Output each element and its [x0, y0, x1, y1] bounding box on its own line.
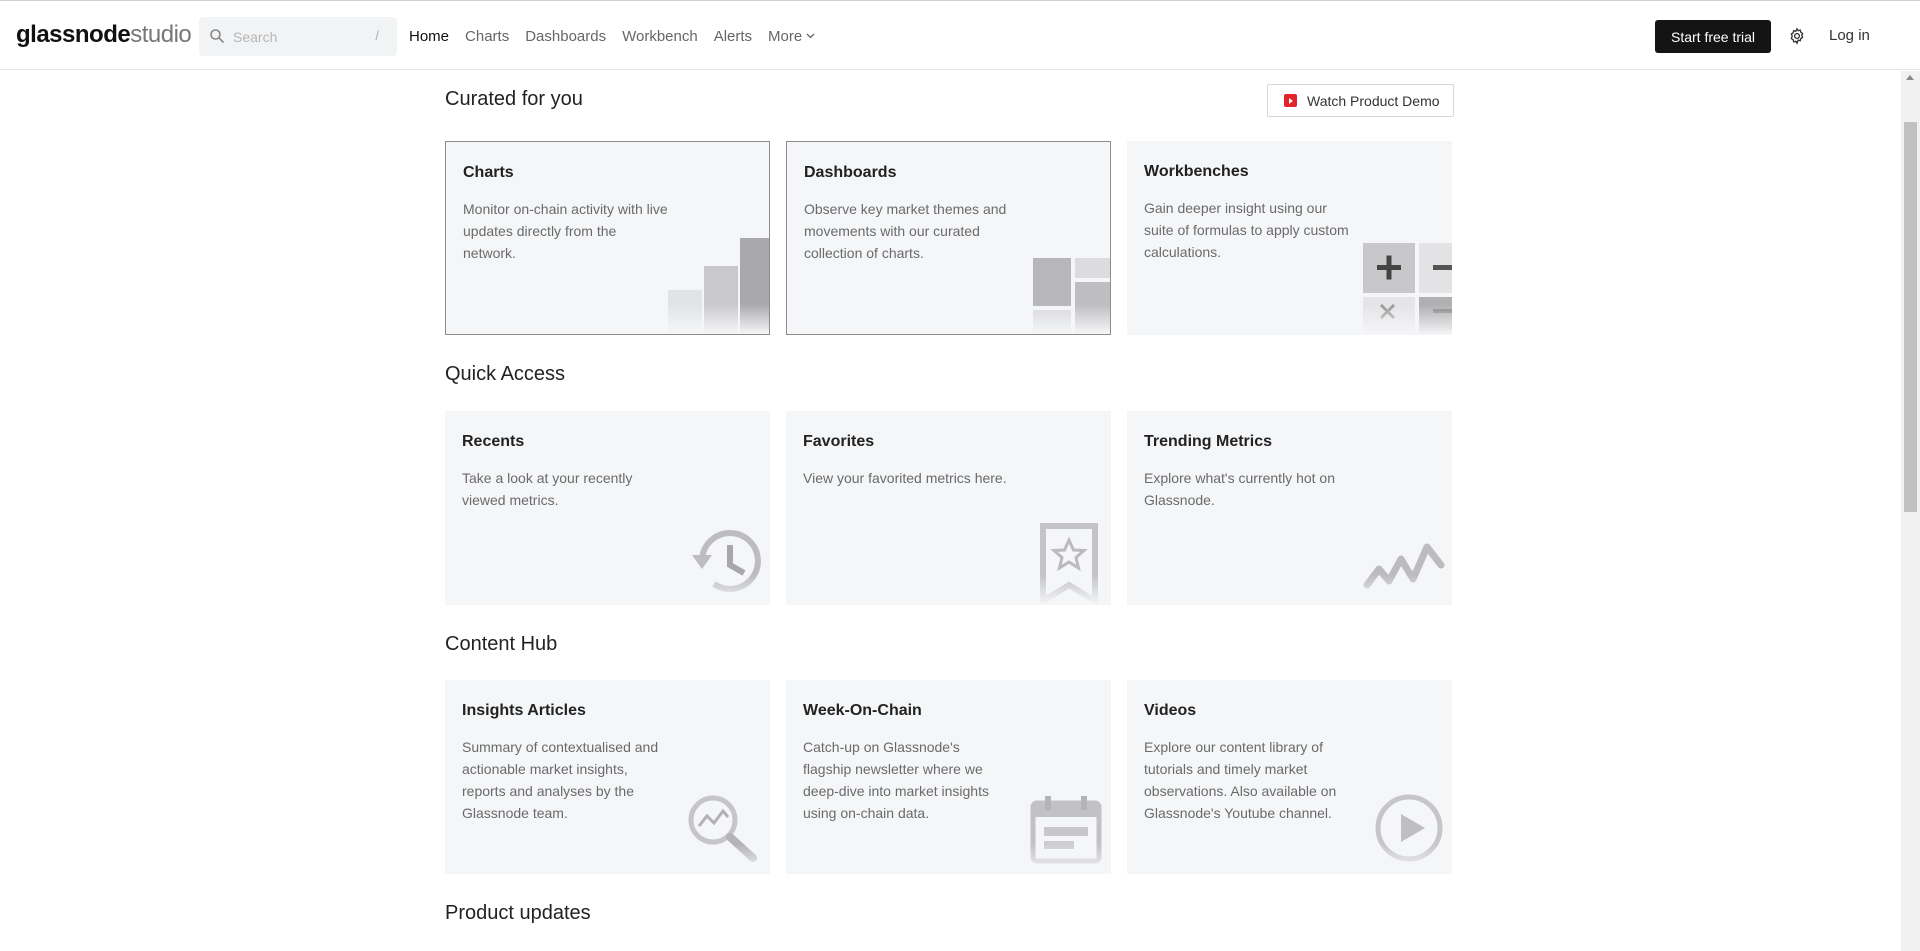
- section-title-product-updates: Product updates: [445, 902, 591, 924]
- search-box[interactable]: /: [199, 17, 397, 56]
- card-trending-metrics[interactable]: Trending Metrics Explore what's currentl…: [1127, 411, 1452, 605]
- card-description: View your favorited metrics here.: [803, 470, 1007, 486]
- card-description: Take a look at your recently viewed metr…: [462, 470, 633, 508]
- card-charts[interactable]: Charts Monitor on-chain activity with li…: [445, 141, 770, 335]
- card-fade: [787, 304, 1110, 334]
- top-navigation-bar: glassnodestudio / Home Charts Dashboards…: [0, 0, 1920, 70]
- watch-demo-label: Watch Product Demo: [1307, 92, 1440, 109]
- card-workbenches[interactable]: Workbenches Gain deeper insight using ou…: [1127, 141, 1452, 335]
- card-description: Summary of contextualised and actionable…: [462, 739, 659, 821]
- watch-product-demo-button[interactable]: Watch Product Demo: [1267, 84, 1454, 117]
- card-title: Trending Metrics: [1144, 433, 1273, 450]
- card-description: Explore what's currently hot on Glassnod…: [1144, 470, 1335, 508]
- card-fade: [1127, 575, 1452, 605]
- card-week-on-chain[interactable]: Week-On-Chain Catch-up on Glassnode's fl…: [786, 680, 1111, 874]
- card-title: Recents: [462, 433, 525, 450]
- nav-workbench[interactable]: Workbench: [622, 28, 698, 45]
- card-fade: [446, 304, 769, 334]
- card-fade: [786, 844, 1111, 874]
- nav-charts[interactable]: Charts: [465, 28, 509, 45]
- card-fade: [445, 844, 770, 874]
- card-title: Week-On-Chain: [803, 702, 922, 719]
- search-shortcut-hint: /: [375, 28, 379, 43]
- card-fade: [445, 575, 770, 605]
- logo-light-text: studio: [130, 21, 192, 48]
- nav-home[interactable]: Home: [409, 28, 449, 45]
- card-fade: [786, 575, 1111, 605]
- scrollbar-thumb[interactable]: [1904, 122, 1917, 512]
- card-favorites[interactable]: Favorites View your favorited metrics he…: [786, 411, 1111, 605]
- start-free-trial-button[interactable]: Start free trial: [1655, 20, 1771, 53]
- glassnode-studio-logo[interactable]: glassnode studio: [16, 21, 192, 51]
- card-description: Gain deeper insight using our suite of f…: [1144, 200, 1349, 260]
- card-title: Favorites: [803, 433, 875, 450]
- gear-icon[interactable]: [1788, 27, 1806, 45]
- search-icon: [210, 29, 224, 43]
- card-insights-articles[interactable]: Insights Articles Summary of contextuali…: [445, 680, 770, 874]
- card-description: Catch-up on Glassnode's flagship newslet…: [803, 739, 989, 821]
- card-title: Videos: [1144, 702, 1197, 719]
- login-link[interactable]: Log in: [1829, 27, 1870, 44]
- main-nav: Home Charts Dashboards Workbench Alerts …: [409, 1, 831, 71]
- card-title: Insights Articles: [462, 702, 586, 719]
- logo-bold-text: glassnode: [16, 21, 131, 48]
- card-title: Workbenches: [1144, 163, 1249, 180]
- card-title: Charts: [463, 164, 514, 181]
- card-title: Dashboards: [804, 164, 897, 181]
- scroll-up-arrow-icon[interactable]: [1906, 75, 1914, 80]
- card-recents[interactable]: Recents Take a look at your recently vie…: [445, 411, 770, 605]
- card-description: Explore our content library of tutorials…: [1144, 739, 1337, 821]
- section-title-curated: Curated for you: [445, 88, 583, 110]
- search-input[interactable]: [233, 26, 363, 48]
- card-description: Monitor on-chain activity with live upda…: [463, 201, 668, 261]
- nav-more-label: More: [768, 27, 803, 45]
- nav-more[interactable]: More: [768, 28, 815, 45]
- section-title-quick-access: Quick Access: [445, 363, 566, 385]
- card-dashboards[interactable]: Dashboards Observe key market themes and…: [786, 141, 1111, 335]
- card-videos[interactable]: Videos Explore our content library of tu…: [1127, 680, 1452, 874]
- page-scrollbar[interactable]: [1901, 71, 1920, 951]
- section-title-content-hub: Content Hub: [445, 633, 558, 655]
- nav-alerts[interactable]: Alerts: [714, 28, 752, 45]
- chevron-down-icon: [806, 33, 815, 39]
- youtube-icon: [1284, 94, 1297, 107]
- nav-dashboards[interactable]: Dashboards: [525, 28, 606, 45]
- card-fade: [1127, 305, 1452, 335]
- card-description: Observe key market themes and movements …: [804, 201, 1007, 261]
- card-fade: [1127, 844, 1452, 874]
